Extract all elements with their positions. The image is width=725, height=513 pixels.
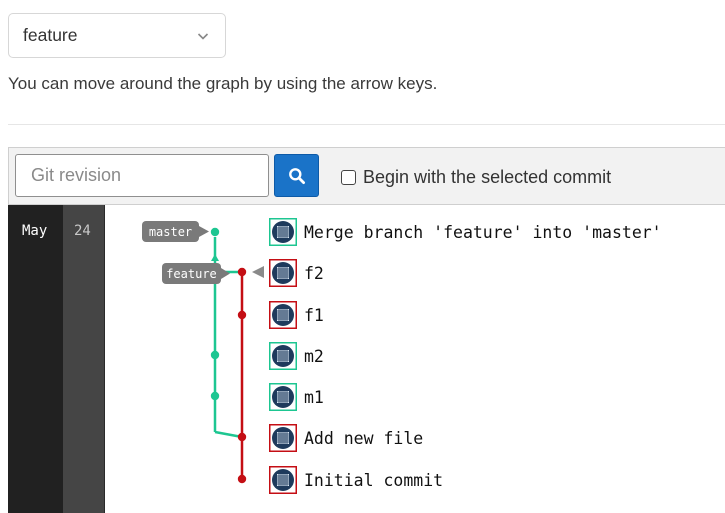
commit-message: Add new file: [304, 428, 424, 448]
branch-select-value: feature: [23, 25, 78, 45]
commit-row[interactable]: m1: [269, 382, 324, 412]
avatar: [269, 259, 297, 287]
commit-row[interactable]: Add new file: [269, 423, 423, 453]
commit-dot[interactable]: [237, 267, 247, 277]
commit-dot[interactable]: [237, 310, 247, 320]
avatar: [269, 383, 297, 411]
begin-with-selected-commit-checkbox[interactable]: [341, 170, 356, 185]
commit-message: f1: [304, 305, 324, 325]
divider: [8, 124, 725, 125]
commit-row[interactable]: Merge branch 'feature' into 'master': [269, 217, 662, 247]
chevron-down-icon: [197, 33, 209, 40]
commit-message: m2: [304, 346, 324, 366]
avatar: [269, 218, 297, 246]
commit-message: f2: [304, 263, 324, 283]
commit-message: Initial commit: [304, 470, 444, 490]
navigation-hint: You can move around the graph by using t…: [8, 74, 438, 93]
avatar: [269, 342, 297, 370]
commit-dot[interactable]: [237, 474, 247, 484]
head-pointer-icon: [252, 266, 264, 278]
graph-toolbar: Begin with the selected commit: [8, 147, 725, 205]
search-button[interactable]: [274, 154, 319, 197]
avatar: [269, 424, 297, 452]
branch-select[interactable]: feature: [8, 13, 226, 58]
begin-with-selected-commit-option[interactable]: Begin with the selected commit: [341, 167, 611, 188]
commit-row[interactable]: f1: [269, 300, 324, 330]
commit-message: m1: [304, 387, 324, 407]
git-revision-input[interactable]: [15, 154, 269, 197]
commit-message: Merge branch 'feature' into 'master': [304, 222, 662, 242]
avatar: [269, 466, 297, 494]
avatar: [269, 301, 297, 329]
commit-dot[interactable]: [210, 227, 220, 237]
commit-dot[interactable]: [210, 391, 220, 401]
commit-row[interactable]: m2: [269, 341, 324, 371]
search-icon: [288, 167, 305, 184]
begin-with-selected-commit-label: Begin with the selected commit: [363, 167, 612, 187]
feature-tag: feature: [162, 263, 230, 284]
commit-graph: May 24 master feature Merge branch 'feat…: [8, 205, 725, 513]
master-tag-label: master: [149, 225, 192, 239]
commit-dot[interactable]: [210, 350, 220, 360]
feature-tag-label: feature: [166, 267, 217, 281]
commit-dot[interactable]: [237, 432, 247, 442]
commit-row[interactable]: f2: [269, 258, 324, 288]
commit-row[interactable]: Initial commit: [269, 465, 443, 495]
master-tag: master: [142, 221, 209, 242]
